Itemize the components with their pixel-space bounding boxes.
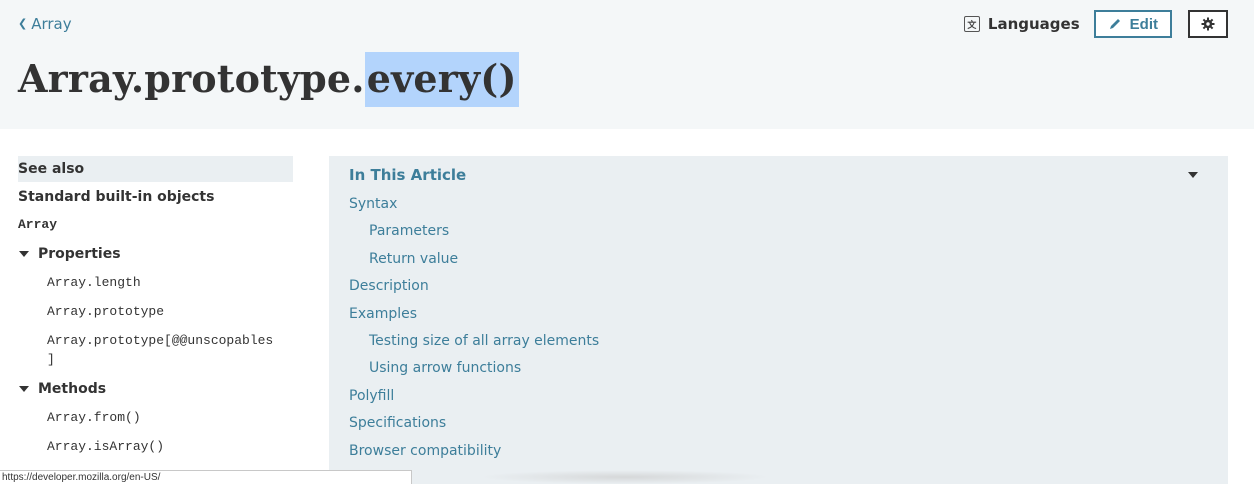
- pencil-icon: [1109, 19, 1120, 29]
- toc-collapse-caret-icon[interactable]: [1188, 172, 1198, 178]
- gear-icon: [1201, 17, 1215, 31]
- edit-label: Edit: [1129, 15, 1158, 33]
- sidebar-item-array-isarray[interactable]: Array.isArray(): [18, 432, 293, 461]
- status-bar-url: https://developer.mozilla.org/en-US/: [0, 470, 412, 484]
- toc-link[interactable]: Syntax: [349, 191, 599, 218]
- toc-link[interactable]: Description: [349, 273, 599, 300]
- toc-link[interactable]: Return value: [349, 246, 599, 273]
- sidebar-properties-toggle[interactable]: Properties: [18, 239, 293, 268]
- triangle-down-icon: [19, 385, 29, 392]
- sidebar: See also Standard built-in objects Array…: [18, 156, 293, 461]
- sidebar-see-also-heading: See also: [18, 156, 293, 182]
- toc-link[interactable]: Browser compatibility: [349, 438, 599, 465]
- sidebar-item-array-unscopables-label: Array.prototype[@@unscopables ]: [47, 333, 274, 367]
- page-title-prefix: Array.prototype.: [18, 56, 365, 101]
- sidebar-methods-toggle[interactable]: Methods: [18, 374, 293, 403]
- page-header: ❮ Array Array.prototype.every() 文 Langua…: [0, 0, 1254, 129]
- settings-button[interactable]: [1188, 10, 1228, 38]
- toc-link[interactable]: Testing size of all array elements: [349, 328, 599, 355]
- toc-link[interactable]: Polyfill: [349, 383, 599, 410]
- toc-title[interactable]: In This Article: [349, 166, 466, 184]
- page-toolbar: 文 Languages Edit: [963, 10, 1228, 38]
- toc-list: Syntax Parameters Return value Description E…: [349, 191, 599, 465]
- table-of-contents: In This Article Syntax Parameters Return v…: [329, 156, 1228, 484]
- toc-link[interactable]: Examples: [349, 301, 599, 328]
- sidebar-array-link[interactable]: Array: [18, 217, 293, 239]
- tooltip-shadow: [480, 470, 770, 484]
- toc-link[interactable]: Specifications: [349, 410, 599, 437]
- breadcrumb-label: Array: [31, 15, 72, 33]
- toc-link[interactable]: Parameters: [349, 218, 599, 245]
- sidebar-item-array-unscopables[interactable]: Array.prototype[@@unscopables ]: [18, 326, 293, 374]
- triangle-down-icon: [19, 250, 29, 257]
- sidebar-item-array-from[interactable]: Array.from(): [18, 403, 293, 432]
- translate-icon: 文: [963, 16, 980, 32]
- languages-label: Languages: [987, 15, 1080, 33]
- breadcrumb-back-link[interactable]: ❮ Array: [18, 15, 72, 33]
- sidebar-item-array-prototype[interactable]: Array.prototype: [18, 297, 293, 326]
- page-title-selected-text: every(): [364, 52, 519, 107]
- languages-button[interactable]: 文 Languages: [963, 15, 1080, 33]
- sidebar-methods-label: Methods: [38, 380, 107, 397]
- sidebar-item-array-length[interactable]: Array.length: [18, 268, 293, 297]
- page-title: Array.prototype.every(): [18, 52, 519, 107]
- sidebar-properties-label: Properties: [38, 245, 121, 262]
- chevron-left-icon: ❮: [18, 16, 28, 30]
- sidebar-standard-objects-link[interactable]: Standard built-in objects: [18, 189, 293, 211]
- edit-button[interactable]: Edit: [1093, 10, 1172, 38]
- toc-link[interactable]: Using arrow functions: [349, 355, 599, 382]
